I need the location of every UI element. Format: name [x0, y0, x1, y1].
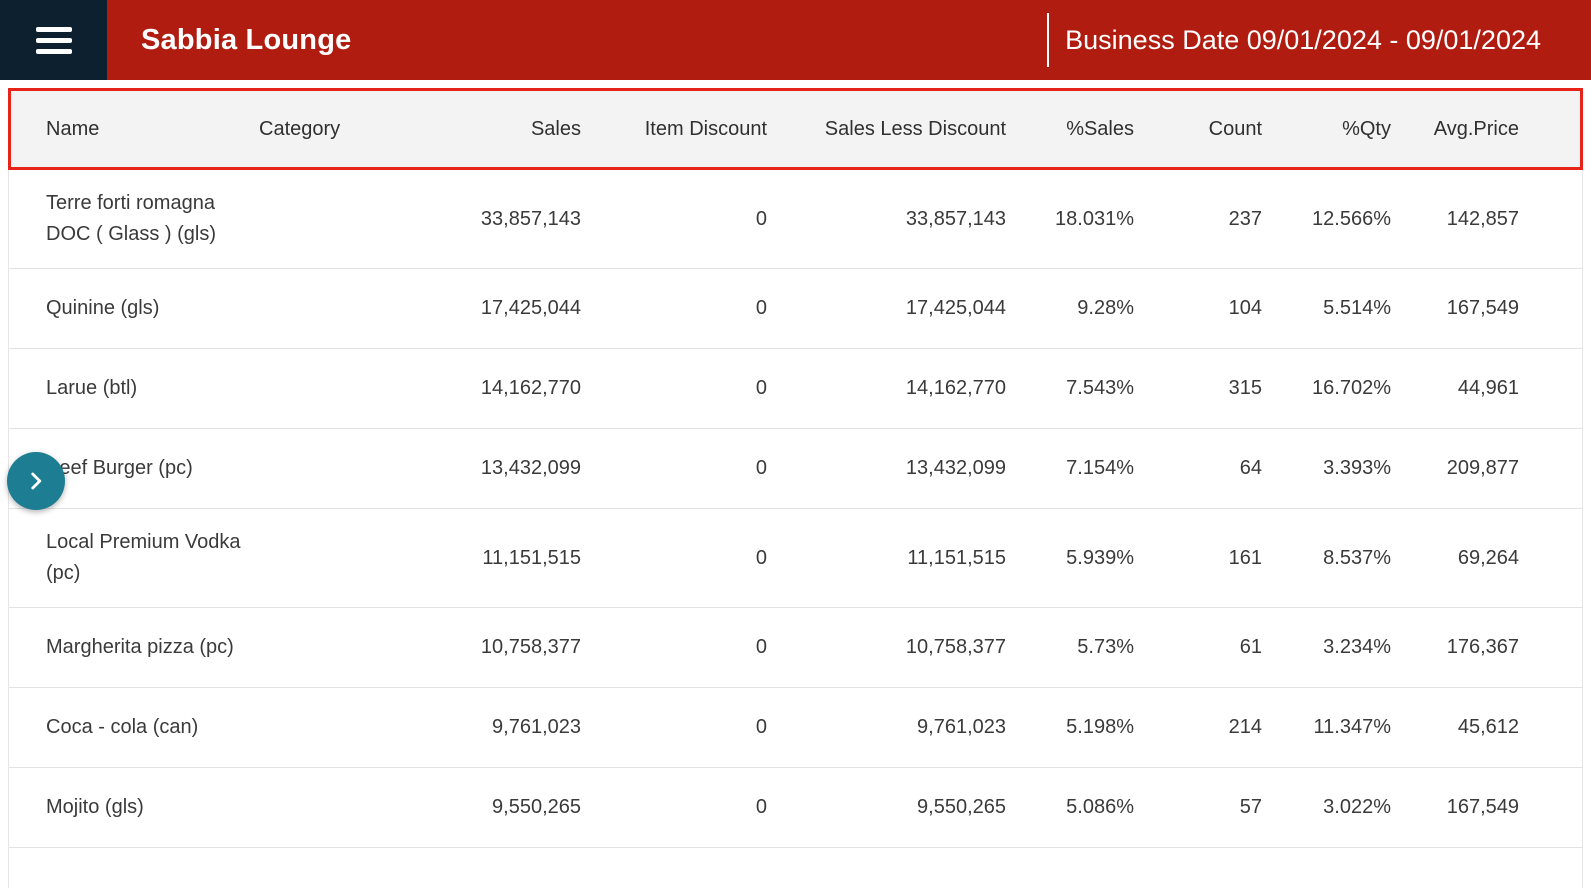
cell-item-discount: 0 [581, 716, 767, 739]
cell-sales: 11,151,515 [401, 547, 581, 570]
cell-avg-price: 142,857 [1391, 208, 1519, 231]
cell-sales-less-discount: 9,550,265 [767, 796, 1006, 819]
app-bar: Sabbia Lounge Business Date 09/01/2024 -… [0, 0, 1591, 80]
cell-item-discount: 0 [581, 297, 767, 320]
cell-sales-less-discount: 11,151,515 [767, 547, 1006, 570]
cell-pct-sales: 5.939% [1006, 547, 1134, 570]
menu-button[interactable] [0, 0, 107, 80]
column-header-sales-less-discount[interactable]: Sales Less Discount [767, 118, 1006, 141]
cell-name: Coca - cola (can) [46, 712, 259, 743]
column-header-category[interactable]: Category [259, 118, 401, 141]
column-header-name[interactable]: Name [46, 118, 259, 141]
cell-item-discount: 0 [581, 636, 767, 659]
cell-sales: 9,550,265 [401, 796, 581, 819]
cell-avg-price: 44,961 [1391, 377, 1519, 400]
cell-sales: 9,761,023 [401, 716, 581, 739]
cell-sales: 13,432,099 [401, 457, 581, 480]
cell-pct-qty: 12.566% [1262, 208, 1391, 231]
table-row[interactable]: Larue (btl) 14,162,770 0 14,162,770 7.54… [9, 349, 1582, 429]
business-date-group: Business Date 09/01/2024 - 09/01/2024 [1047, 0, 1541, 80]
cell-sales-less-discount: 9,761,023 [767, 716, 1006, 739]
table-header-row: Name Category Sales Item Discount Sales … [8, 88, 1583, 170]
cell-name: Beef Burger (pc) [46, 453, 259, 484]
cell-avg-price: 69,264 [1391, 547, 1519, 570]
table-row[interactable]: Terre forti romagna DOC ( Glass ) (gls) … [9, 170, 1582, 269]
cell-pct-qty: 5.514% [1262, 297, 1391, 320]
cell-pct-qty: 3.022% [1262, 796, 1391, 819]
cell-pct-sales: 5.086% [1006, 796, 1134, 819]
cell-sales-less-discount: 17,425,044 [767, 297, 1006, 320]
cell-pct-sales: 5.73% [1006, 636, 1134, 659]
table-row[interactable]: Margherita pizza (pc) 10,758,377 0 10,75… [9, 608, 1582, 688]
cell-item-discount: 0 [581, 796, 767, 819]
cell-count: 61 [1134, 636, 1262, 659]
cell-pct-sales: 5.198% [1006, 716, 1134, 739]
cell-sales-less-discount: 14,162,770 [767, 377, 1006, 400]
column-header-sales[interactable]: Sales [401, 118, 581, 141]
cell-pct-qty: 16.702% [1262, 377, 1391, 400]
cell-item-discount: 0 [581, 547, 767, 570]
table-row[interactable]: Quinine (gls) 17,425,044 0 17,425,044 9.… [9, 269, 1582, 349]
page-title: Sabbia Lounge [141, 24, 351, 57]
column-header-item-discount[interactable]: Item Discount [581, 118, 767, 141]
cell-name: Terre forti romagna DOC ( Glass ) (gls) [46, 188, 259, 250]
cell-name: Quinine (gls) [46, 293, 259, 324]
cell-sales-less-discount: 10,758,377 [767, 636, 1006, 659]
cell-item-discount: 0 [581, 457, 767, 480]
cell-avg-price: 45,612 [1391, 716, 1519, 739]
sidebar-expand-button[interactable] [7, 452, 65, 510]
cell-count: 214 [1134, 716, 1262, 739]
cell-count: 57 [1134, 796, 1262, 819]
table-body: Terre forti romagna DOC ( Glass ) (gls) … [8, 170, 1583, 848]
cell-pct-sales: 18.031% [1006, 208, 1134, 231]
cell-count: 64 [1134, 457, 1262, 480]
cell-count: 161 [1134, 547, 1262, 570]
cell-count: 237 [1134, 208, 1262, 231]
hamburger-icon [36, 27, 72, 54]
cell-pct-sales: 7.543% [1006, 377, 1134, 400]
business-date-label: Business Date 09/01/2024 - 09/01/2024 [1065, 25, 1541, 56]
cell-pct-qty: 3.234% [1262, 636, 1391, 659]
cell-count: 104 [1134, 297, 1262, 320]
column-header-pct-qty[interactable]: %Qty [1262, 118, 1391, 141]
cell-item-discount: 0 [581, 377, 767, 400]
table-row[interactable]: Beef Burger (pc) 13,432,099 0 13,432,099… [9, 429, 1582, 509]
cell-count: 315 [1134, 377, 1262, 400]
chevron-right-icon [23, 468, 49, 494]
column-header-avg-price[interactable]: Avg.Price [1391, 118, 1519, 141]
cell-item-discount: 0 [581, 208, 767, 231]
table-row[interactable]: Coca - cola (can) 9,761,023 0 9,761,023 … [9, 688, 1582, 768]
vertical-divider [1047, 13, 1049, 67]
cell-sales: 17,425,044 [401, 297, 581, 320]
cell-pct-qty: 3.393% [1262, 457, 1391, 480]
table-row[interactable]: Mojito (gls) 9,550,265 0 9,550,265 5.086… [9, 768, 1582, 848]
column-header-count[interactable]: Count [1134, 118, 1262, 141]
cell-pct-sales: 7.154% [1006, 457, 1134, 480]
partial-next-row [8, 848, 1583, 888]
cell-sales: 33,857,143 [401, 208, 581, 231]
cell-sales-less-discount: 13,432,099 [767, 457, 1006, 480]
cell-pct-sales: 9.28% [1006, 297, 1134, 320]
table-row[interactable]: Local Premium Vodka (pc) 11,151,515 0 11… [9, 509, 1582, 608]
cell-name: Margherita pizza (pc) [46, 632, 259, 663]
cell-name: Larue (btl) [46, 373, 259, 404]
cell-avg-price: 176,367 [1391, 636, 1519, 659]
cell-avg-price: 167,549 [1391, 796, 1519, 819]
cell-sales-less-discount: 33,857,143 [767, 208, 1006, 231]
cell-pct-qty: 11.347% [1262, 716, 1391, 739]
cell-avg-price: 209,877 [1391, 457, 1519, 480]
cell-avg-price: 167,549 [1391, 297, 1519, 320]
cell-sales: 10,758,377 [401, 636, 581, 659]
column-header-pct-sales[interactable]: %Sales [1006, 118, 1134, 141]
cell-name: Mojito (gls) [46, 792, 259, 823]
cell-sales: 14,162,770 [401, 377, 581, 400]
cell-name: Local Premium Vodka (pc) [46, 527, 259, 589]
cell-pct-qty: 8.537% [1262, 547, 1391, 570]
